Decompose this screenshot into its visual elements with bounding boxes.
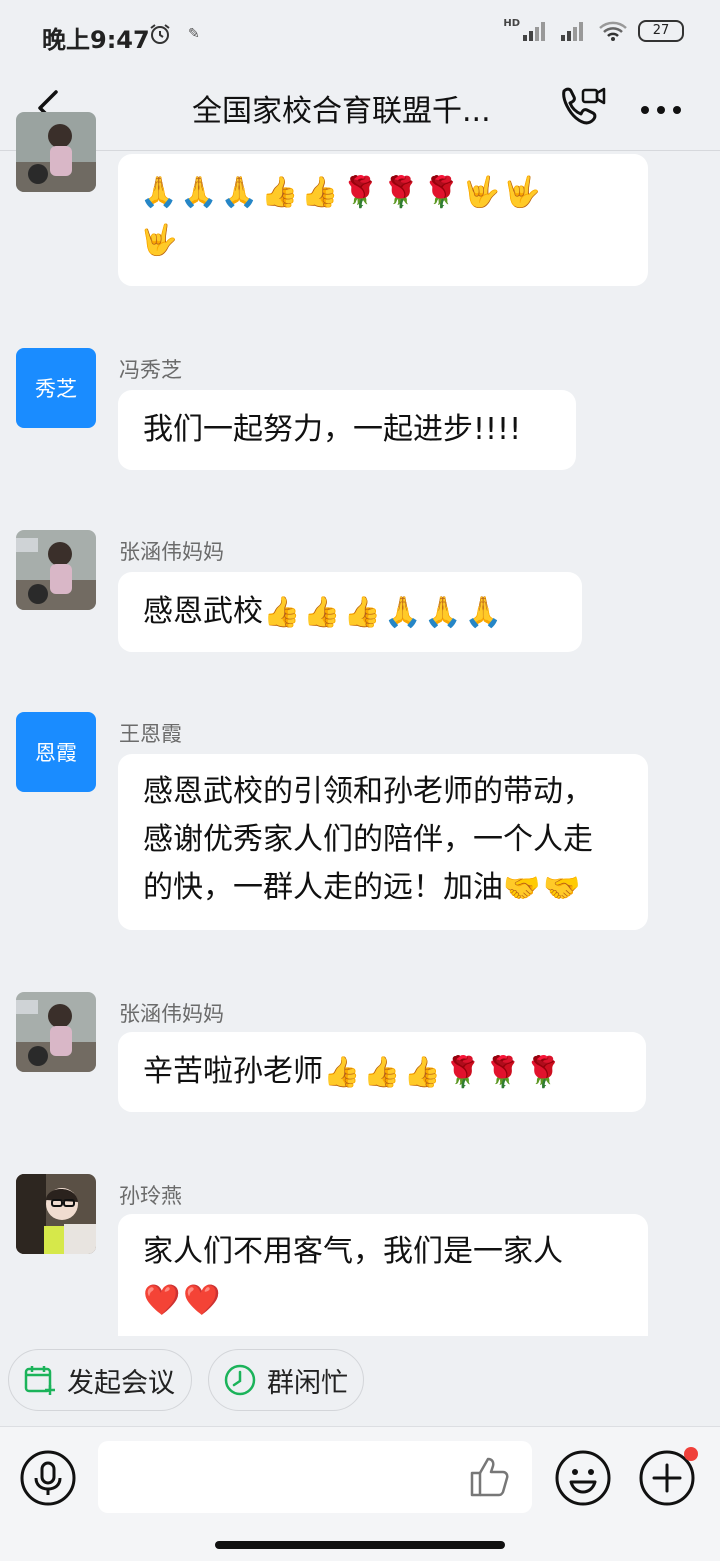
message-text: 辛苦啦孙老师 — [143, 1054, 323, 1089]
avatar[interactable] — [16, 992, 96, 1072]
chat-title: 全国家校合育联盟千... — [192, 94, 491, 129]
avatar-photo — [16, 530, 96, 610]
signal-icon — [523, 22, 545, 41]
group-availability-label: 群闲忙 — [267, 1367, 348, 1399]
avatar-photo — [16, 112, 96, 192]
avatar[interactable] — [16, 530, 96, 610]
calendar-add-icon — [24, 1366, 55, 1395]
emoji-sequence: 👍👍👍🌹🌹🌹 — [323, 1054, 566, 1090]
emoji-line: 🙏🙏🙏👍👍🌹🌹🌹🤟🤟 — [140, 168, 626, 216]
message-text: 感恩武校 — [143, 594, 263, 629]
emoji-line: 🤟 — [140, 216, 626, 264]
signal-icon — [561, 22, 583, 41]
avatar-photo — [16, 1174, 96, 1254]
emoji-sequence: 🤟 — [140, 222, 181, 258]
message-bubble[interactable]: 辛苦啦孙老师👍👍👍🌹🌹🌹 — [118, 1032, 646, 1112]
message-text: 感恩武校的引领和孙老师的带动， — [143, 774, 593, 809]
message-bubble[interactable]: 我们一起努力，一起进步!!!! — [118, 390, 576, 470]
input-bar — [0, 1426, 720, 1561]
message-bubble[interactable]: 家人们不用客气，我们是一家人 ❤️❤️ — [118, 1214, 648, 1336]
voice-icon[interactable] — [19, 1449, 77, 1507]
chat-header: 全国家校合育联盟千... — [0, 68, 720, 151]
message-text: 感谢优秀家人们的陪伴，一个人走 — [143, 822, 593, 857]
sender-name: 王恩霞 — [119, 722, 182, 746]
message-bubble[interactable]: 感恩武校👍👍👍🙏🙏🙏 — [118, 572, 582, 652]
status-time: 晚上9:47 — [42, 26, 150, 54]
sender-name: 张涵伟妈妈 — [119, 1002, 224, 1026]
emoji-sequence: 🤝🤝 — [503, 870, 584, 906]
avatar-photo — [16, 992, 96, 1072]
message-line: 的快，一群人走的远！加油🤝🤝 — [143, 864, 623, 912]
sender-name: 孙玲燕 — [119, 1184, 182, 1208]
clock-icon — [224, 1364, 256, 1396]
avatar[interactable]: 秀芝 — [16, 348, 96, 428]
notification-dot — [684, 1447, 698, 1461]
message-bubble[interactable]: 🙏🙏🙏👍👍🌹🌹🌹🤟🤟 🤟 — [118, 154, 648, 286]
start-meeting-label: 发起会议 — [67, 1367, 175, 1399]
emoji-sequence: ❤️❤️ — [143, 1282, 224, 1318]
battery-icon: 27 — [638, 20, 684, 42]
avatar[interactable] — [16, 1174, 96, 1254]
message-text: 家人们不用客气，我们是一家人 — [143, 1234, 563, 1269]
hd-badge: HD — [503, 17, 520, 29]
alarm-icon — [150, 24, 170, 44]
avatar[interactable] — [16, 112, 96, 192]
status-indicators: HD 27 — [503, 17, 684, 42]
emoji-sequence: 👍👍👍🙏🙏🙏 — [263, 594, 506, 630]
emoji-icon[interactable] — [554, 1449, 612, 1507]
more-icon[interactable] — [638, 90, 684, 130]
notification-icon: ✎ — [188, 26, 200, 42]
thumbs-up-icon[interactable] — [466, 1453, 514, 1501]
start-meeting-button[interactable]: 发起会议 — [8, 1349, 192, 1411]
emoji-sequence: 🙏🙏🙏👍👍🌹🌹🌹🤟🤟 — [140, 174, 544, 210]
wifi-icon — [599, 21, 627, 41]
sender-name: 冯秀芝 — [119, 358, 182, 382]
message-text: 的快，一群人走的远！加油 — [143, 870, 503, 905]
home-indicator[interactable] — [215, 1541, 505, 1549]
avatar[interactable]: 恩霞 — [16, 712, 96, 792]
group-availability-button[interactable]: 群闲忙 — [208, 1349, 364, 1411]
message-line: ❤️❤️ — [143, 1276, 623, 1324]
video-call-icon[interactable] — [555, 82, 607, 132]
message-text: 我们一起努力，一起进步!!!! — [143, 412, 522, 447]
status-bar: 晚上9:47 ✎ HD 27 — [0, 0, 720, 68]
sender-name: 张涵伟妈妈 — [119, 540, 224, 564]
message-bubble[interactable]: 感恩武校的引领和孙老师的带动， 感谢优秀家人们的陪伴，一个人走 的快，一群人走的… — [118, 754, 648, 930]
